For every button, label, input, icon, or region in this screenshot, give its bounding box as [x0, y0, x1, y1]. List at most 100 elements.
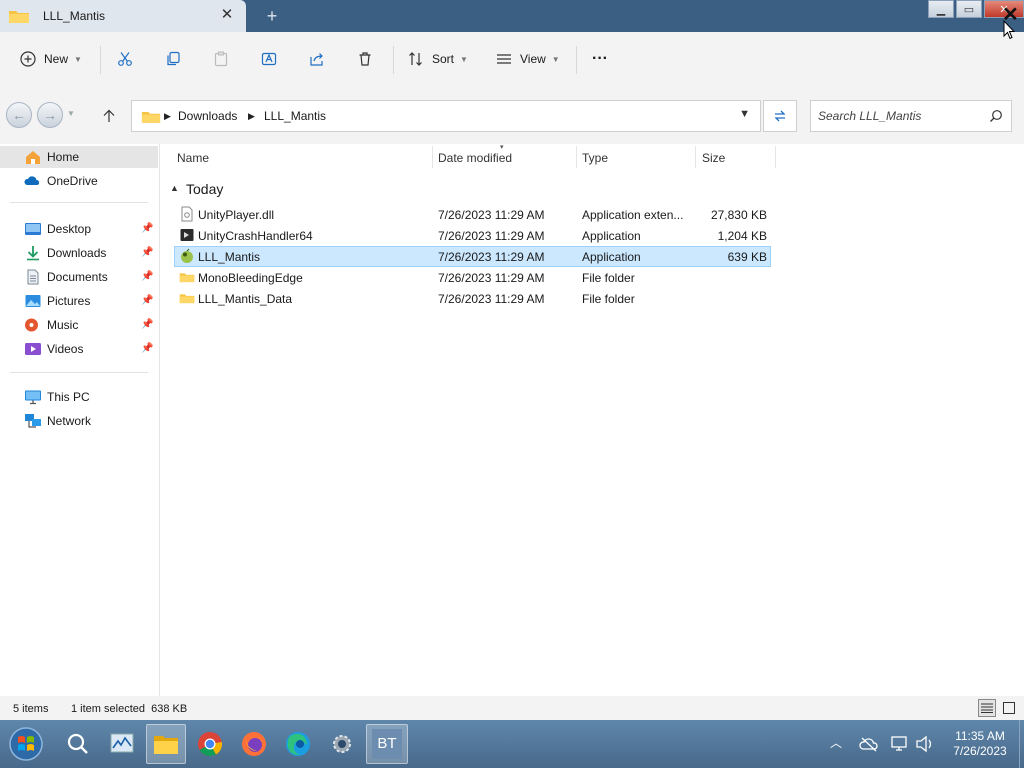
sidebar-item-label: Network — [47, 414, 92, 428]
item-count: 5 items — [13, 703, 49, 715]
search-input[interactable] — [818, 108, 978, 124]
window-tab[interactable]: LLL_Mantis ✕ — [0, 0, 246, 32]
clock-date: 7/26/2023 — [953, 744, 1007, 758]
column-header-date-modified[interactable]: Date modified — [438, 151, 512, 177]
address-history-dropdown[interactable]: ▼ — [739, 108, 750, 120]
cut-button[interactable] — [117, 46, 133, 72]
file-row-selected[interactable]: LLL_Mantis 7/26/2023 11:29 AM Applicatio… — [174, 246, 771, 267]
minimize-button[interactable]: ▁ — [928, 0, 954, 18]
taskbar-file-explorer[interactable] — [146, 724, 186, 764]
onedrive-icon — [24, 176, 40, 185]
column-divider[interactable] — [695, 146, 696, 168]
sidebar-item-label: Documents — [47, 270, 108, 284]
sidebar-item-music[interactable]: Music 📌 — [0, 314, 158, 336]
taskbar-task-manager[interactable] — [102, 724, 142, 764]
firefox-icon — [242, 732, 266, 756]
tab-close-button[interactable]: ✕ — [218, 6, 236, 24]
pin-icon[interactable]: 📌 — [141, 319, 153, 330]
toolbar-divider — [100, 46, 101, 74]
sidebar-item-home[interactable]: Home — [0, 146, 158, 168]
sidebar-item-label: Downloads — [47, 246, 107, 260]
new-button[interactable]: New ▼ — [20, 46, 82, 72]
refresh-button[interactable] — [763, 100, 797, 132]
volume-icon[interactable] — [915, 735, 935, 753]
maximize-button[interactable]: ▭ — [956, 0, 982, 18]
column-divider[interactable] — [576, 146, 577, 168]
collapse-triangle-icon[interactable]: ▲ — [170, 183, 179, 193]
back-button[interactable]: ← — [6, 102, 32, 128]
show-desktop-button[interactable] — [1019, 720, 1024, 768]
sidebar-item-onedrive[interactable]: OneDrive — [0, 170, 158, 192]
details-view-button[interactable] — [978, 699, 996, 717]
bt-app-icon: BT — [372, 729, 402, 759]
system-clock[interactable]: 11:35 AM 7/26/2023 — [945, 729, 1015, 759]
pin-icon[interactable]: 📌 — [141, 247, 153, 258]
sort-button[interactable]: Sort ▼ — [408, 46, 468, 72]
file-type: File folder — [582, 271, 635, 285]
share-button[interactable] — [309, 46, 325, 72]
file-date: 7/26/2023 11:29 AM — [438, 229, 545, 243]
breadcrumb-chevron-icon[interactable]: ▶ — [248, 111, 255, 122]
view-button[interactable]: View ▼ — [496, 46, 560, 72]
edge-icon — [286, 732, 310, 756]
file-name: MonoBleedingEdge — [198, 271, 303, 285]
pin-icon[interactable]: 📌 — [141, 343, 153, 354]
pin-icon[interactable]: 📌 — [141, 271, 153, 282]
sidebar-item-label: Home — [47, 150, 80, 164]
column-header-size[interactable]: Size — [702, 151, 725, 177]
column-header-name[interactable]: Name — [177, 151, 209, 177]
address-bar[interactable]: ▶ Downloads ▶ LLL_Mantis ▼ — [131, 100, 761, 132]
sidebar-item-network[interactable]: Network — [0, 410, 158, 432]
taskbar-firefox[interactable] — [234, 724, 274, 764]
search-box[interactable] — [810, 100, 1012, 132]
taskbar-bt-app[interactable]: BT — [366, 724, 408, 764]
sidebar-item-pictures[interactable]: Pictures 📌 — [0, 290, 158, 312]
show-hidden-icons-button[interactable]: ︿ — [830, 734, 842, 751]
search-icon — [990, 110, 1002, 122]
delete-button[interactable] — [357, 46, 373, 72]
sidebar-item-label: Pictures — [47, 294, 91, 308]
sidebar-item-downloads[interactable]: Downloads 📌 — [0, 242, 158, 264]
tiles-view-button[interactable] — [1000, 699, 1018, 717]
start-button[interactable] — [6, 724, 46, 764]
column-header-type[interactable]: Type — [582, 151, 608, 177]
sidebar-item-desktop[interactable]: Desktop 📌 — [0, 218, 158, 240]
more-options-button[interactable]: ··· — [592, 46, 608, 72]
rename-button[interactable] — [261, 46, 277, 72]
sort-indicator-icon: ▾ — [500, 144, 504, 151]
folder-icon — [9, 11, 29, 23]
up-button[interactable] — [98, 106, 120, 126]
videos-icon — [25, 343, 41, 355]
pin-icon[interactable]: 📌 — [141, 223, 153, 234]
file-row[interactable]: UnityCrashHandler64 7/26/2023 11:29 AM A… — [174, 225, 771, 246]
sidebar-item-videos[interactable]: Videos 📌 — [0, 338, 158, 360]
breadcrumb-downloads[interactable]: Downloads — [178, 109, 237, 123]
file-name: UnityCrashHandler64 — [198, 229, 313, 243]
toolbar-divider — [393, 46, 394, 74]
breadcrumb-chevron-icon[interactable]: ▶ — [164, 111, 171, 122]
breadcrumb-current-folder[interactable]: LLL_Mantis — [264, 109, 326, 123]
pin-icon[interactable]: 📌 — [141, 295, 153, 306]
taskbar-edge[interactable] — [278, 724, 318, 764]
taskbar-chrome[interactable] — [190, 724, 230, 764]
file-row[interactable]: LLL_Mantis_Data 7/26/2023 11:29 AM File … — [174, 288, 771, 309]
network-status-icon[interactable] — [890, 735, 910, 753]
column-divider[interactable] — [432, 146, 433, 168]
sidebar-item-label: Music — [47, 318, 79, 332]
file-row[interactable]: MonoBleedingEdge 7/26/2023 11:29 AM File… — [174, 267, 771, 288]
file-size: 1,204 KB — [717, 229, 767, 243]
column-divider[interactable] — [775, 146, 776, 168]
file-row[interactable]: UnityPlayer.dll 7/26/2023 11:29 AM Appli… — [174, 204, 771, 225]
toolbar-divider — [576, 46, 577, 74]
cloud-offline-icon[interactable] — [859, 736, 879, 752]
taskbar-settings[interactable] — [322, 724, 362, 764]
recent-locations-dropdown[interactable]: ▼ — [67, 109, 75, 118]
sidebar-item-this-pc[interactable]: This PC — [0, 386, 158, 408]
paste-button[interactable] — [213, 46, 229, 72]
copy-button[interactable] — [165, 46, 181, 72]
taskbar-search-button[interactable] — [58, 724, 98, 764]
forward-button[interactable]: → — [37, 102, 63, 128]
new-tab-button[interactable]: + — [262, 6, 282, 26]
file-type: File folder — [582, 292, 635, 306]
sidebar-item-documents[interactable]: Documents 📌 — [0, 266, 158, 288]
